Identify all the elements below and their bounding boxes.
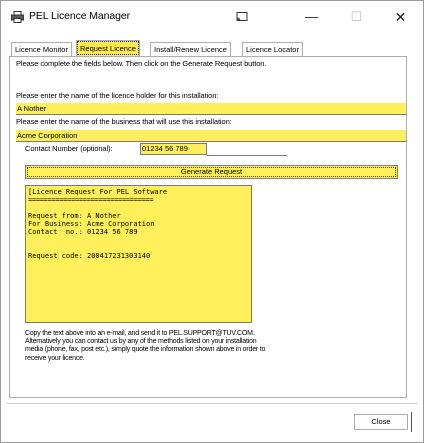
title-bar[interactable]: PEL Licence Manager — ☐ ✕	[1, 1, 423, 33]
tab-request-licence[interactable]: Request Licence	[76, 40, 140, 56]
close-button-edge	[411, 412, 412, 432]
client-area: Licence Monitor Request Licence Install/…	[7, 34, 418, 438]
copy-note-line-1: Copy the text above into an e-mail, and …	[25, 330, 255, 337]
instructions-text: Please complete the fields below. Then c…	[16, 59, 267, 68]
tab-strip: Licence Monitor Request Licence Install/…	[7, 40, 407, 56]
maximize-button[interactable]: ☐	[334, 1, 379, 33]
tab-licence-monitor[interactable]: Licence Monitor	[11, 42, 72, 56]
close-window-button[interactable]: ✕	[378, 1, 423, 33]
contact-label: Contact Number (optional):	[25, 144, 113, 153]
licence-manager-window: PEL Licence Manager — ☐ ✕ Licence Monito…	[0, 0, 424, 443]
business-name-input[interactable]: Acme Corporation	[16, 130, 406, 142]
copy-note-line-4: receive your licence.	[25, 354, 85, 362]
generate-request-button[interactable]: Generate Request	[25, 165, 398, 179]
tab-install-renew-licence[interactable]: Install/Renew Licence	[150, 42, 231, 56]
tab-licence-locator[interactable]: Licence Locator	[242, 42, 303, 56]
contact-field-underline	[207, 155, 287, 156]
minimize-button[interactable]: —	[289, 1, 334, 33]
copy-note-line-3: media (phone, fax, post etc.), simply qu…	[25, 346, 266, 354]
close-button[interactable]: Close	[354, 414, 408, 430]
holder-label: Please enter the name of the licence hol…	[16, 91, 219, 100]
cast-icon[interactable]	[236, 11, 248, 23]
output-request-code-line: Request code: 200417231303140	[28, 252, 151, 260]
output-request-from-line: Request from: A Nother	[28, 212, 121, 220]
output-separator-line: ================================	[28, 196, 154, 204]
output-contact-line: Contact no.: 01234 56 789	[28, 228, 138, 236]
footer-divider	[7, 403, 418, 404]
window-title: PEL Licence Manager	[29, 10, 131, 22]
output-header-line: [Licence Request For PEL Software	[28, 188, 168, 196]
printer-icon	[11, 11, 24, 23]
output-business-line: For Business: Acme Corporation	[28, 220, 155, 228]
close-button-label: Close	[371, 417, 391, 426]
request-output-textarea[interactable]: [Licence Request For PEL Software ======…	[25, 185, 252, 323]
contact-number-input[interactable]: 01234 56 789	[140, 143, 207, 155]
licence-holder-input[interactable]: A Nother	[16, 103, 406, 115]
copy-note-line-2: Alternatively you can contact us by any …	[25, 338, 257, 346]
business-label: Please enter the name of the business th…	[16, 117, 232, 126]
generate-request-label: Generate Request	[180, 167, 243, 176]
copy-instructions-text: Copy the text above into an e-mail, and …	[25, 330, 395, 363]
